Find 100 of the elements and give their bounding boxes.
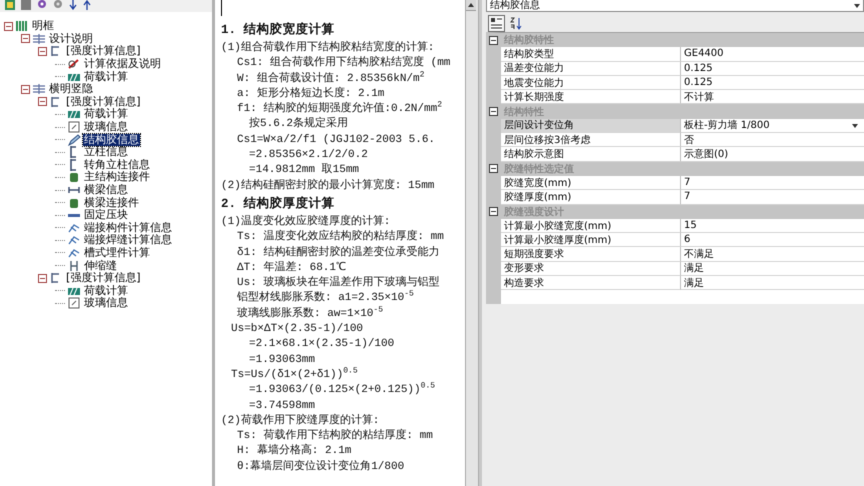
document-line: Us=b×ΔT×(2.35-1)/100 [230, 322, 364, 338]
document-line: θ:幕墙层间变位设计变位角1/800 [236, 460, 406, 475]
category-header: 结构胶特性 [501, 33, 864, 48]
collapse-icon[interactable] [21, 84, 30, 94]
square-icon[interactable] [20, 0, 32, 10]
pane-icon [67, 297, 81, 310]
tree-item[interactable]: 伸缩缝 [83, 260, 118, 272]
document-line: ΔT: 年温差: 68.1℃ [236, 260, 348, 276]
document-line: (2)荷载作用下胶缝厚度的计算: [220, 414, 380, 428]
collapse-icon[interactable] [38, 97, 47, 106]
document-line: Ts=Us/(δ1×(2+δ1))$^{0.5}$ [230, 368, 359, 383]
document-line: (2)结构硅酮密封胶的最小计算宽度: 15mm [220, 178, 436, 194]
down-arrow-icon[interactable] [68, 0, 78, 10]
tree-item[interactable]: [强度计算信息] [65, 45, 142, 58]
tree-item[interactable]: 明框 [31, 20, 55, 32]
property-value: 满足 [681, 262, 864, 276]
categorized-icon[interactable] [488, 14, 505, 32]
tree-item[interactable]: [强度计算信息] [65, 272, 142, 284]
document-line: (1)组合荷载作用下结构胶粘结宽度的计算: [220, 41, 436, 56]
property-name[interactable]: 计算最小胶缝厚度(mm) [501, 233, 681, 248]
tree-item[interactable]: 端接焊缝计算信息 [83, 234, 173, 246]
tree-item[interactable]: 主结构连接件 [83, 171, 151, 184]
collapse-icon[interactable] [489, 107, 498, 116]
document-line: H: 幕墙分格高: 2.1m [236, 444, 352, 460]
sort-az-icon[interactable] [508, 16, 523, 30]
tree-item[interactable]: [强度计算信息] [65, 96, 142, 108]
document-line: 玻璃线膨胀系数: aw=1×10$^{-5}$ [236, 306, 384, 322]
property-name[interactable]: 地震变位能力 [501, 76, 681, 90]
document-line: a: 矩形分格短边长度: 2.1m [236, 86, 386, 102]
tree-item[interactable]: 荷载计算 [83, 108, 129, 120]
property-value: 示意图(0) [681, 147, 864, 162]
property-value: 0.125 [681, 76, 864, 90]
document-line: Ts: 荷载作用下结构胶的粘结厚度: mm [236, 429, 434, 444]
tree-item[interactable]: 玻璃信息 [83, 121, 129, 134]
tree-item[interactable]: 荷载计算 [83, 284, 129, 297]
tree-item[interactable]: 横明竖隐 [48, 83, 94, 96]
pane-icon [67, 121, 81, 134]
property-name[interactable]: 结构胶示意图 [501, 147, 681, 162]
document-line: 铝型材线膨胀系数: a1=2.35×10$^{-5}$ [236, 291, 415, 306]
tree-item[interactable]: 玻璃信息 [83, 297, 129, 310]
document-line: =3.74598mm [248, 398, 316, 414]
document-line: Cs1: 组合荷载作用下结构胶粘结宽度 (mm [236, 56, 452, 71]
document-line: 按5.6.2条规定采用 [248, 117, 350, 132]
document-line: (1)温度变化效应胶缝厚度的计算: [220, 214, 392, 230]
property-value: 否 [681, 133, 864, 148]
collapse-icon[interactable] [4, 22, 13, 31]
property-name[interactable]: 短期强度要求 [501, 247, 681, 262]
tree-item[interactable]: 设计说明 [48, 32, 94, 45]
collapse-icon[interactable] [489, 36, 498, 45]
tree-item[interactable]: 端接构件计算信息 [83, 222, 173, 234]
tree-item[interactable]: 计算依据及说明 [83, 58, 162, 70]
scrollbar[interactable] [465, 0, 479, 486]
tree-item[interactable]: 荷载计算 [83, 70, 129, 83]
collapse-icon[interactable] [489, 207, 498, 216]
tree-item[interactable]: 横梁信息 [83, 184, 129, 196]
document-line: 1. 结构胶宽度计算 [220, 21, 336, 39]
up-arrow-icon[interactable] [82, 0, 92, 10]
tree-item[interactable]: 槽式埋件计算 [83, 246, 151, 259]
document-line: f1: 结构胶的短期强度允许值:0.2N/mm$^{2}$ [236, 102, 444, 116]
property-name[interactable]: 计算最小胶缝宽度(mm) [501, 218, 681, 234]
property-name[interactable]: 温差变位能力 [501, 62, 681, 76]
property-name[interactable]: 变形要求 [501, 262, 681, 276]
collapse-icon[interactable] [38, 46, 47, 56]
property-value: 6 [681, 233, 864, 248]
property-name[interactable]: 层间位移按3倍考虑 [501, 133, 681, 148]
property-value: 满足 [681, 276, 864, 290]
pencil-icon [67, 134, 81, 146]
property-name[interactable]: 结构胶类型 [501, 47, 681, 62]
property-name[interactable]: 计算长期强度 [501, 90, 681, 104]
property-value: 15 [681, 218, 864, 234]
collapse-icon[interactable] [489, 164, 498, 174]
category-header: 胶缝特性选定值 [501, 162, 864, 176]
tree-item[interactable]: 结构胶信息 [83, 134, 140, 146]
tree-item[interactable]: 转角立柱信息 [83, 158, 151, 171]
collapse-icon[interactable] [38, 274, 47, 283]
document-line: =14.9812mm 取15mm [248, 163, 360, 178]
tree-item[interactable]: 横梁连接件 [83, 196, 140, 209]
property-name[interactable]: 构造要求 [501, 276, 681, 290]
property-value: GE4400 [681, 47, 864, 62]
document-line: δ1: 结构硅酮密封胶的温差变位承受能力 [236, 246, 440, 261]
property-value: 0.125 [681, 62, 864, 76]
stack-icon [32, 83, 46, 96]
tree-item[interactable]: 固定压块 [83, 209, 129, 222]
tree-item[interactable]: 立柱信息 [83, 146, 129, 158]
scroll-up-icon[interactable] [466, 0, 476, 11]
property-name[interactable]: 胶缝厚度(mm) [501, 190, 681, 205]
property-name[interactable]: 层间设计变位角 [501, 118, 681, 134]
document-line: =1.93063/(0.125×(2+0.125))$^{0.5}$ [248, 383, 436, 398]
category-header: 结构特性 [501, 104, 864, 119]
collapse-icon[interactable] [21, 34, 30, 44]
document-line: Us: 玻璃板块在年温差作用下玻璃与铝型 [236, 276, 440, 290]
property-value: 不满足 [681, 247, 864, 262]
property-value: 不计算 [681, 90, 864, 104]
property-value: 7 [681, 176, 864, 190]
stack-icon [32, 32, 46, 45]
hatch-icon [67, 108, 81, 120]
property-value: 板柱-剪力墙 1/800 [681, 118, 864, 134]
document-line: 2. 结构胶厚度计算 [220, 195, 336, 213]
document-line: =2.1×68.1×(2.35-1)/100 [248, 337, 396, 352]
property-name[interactable]: 胶缝宽度(mm) [501, 176, 681, 190]
